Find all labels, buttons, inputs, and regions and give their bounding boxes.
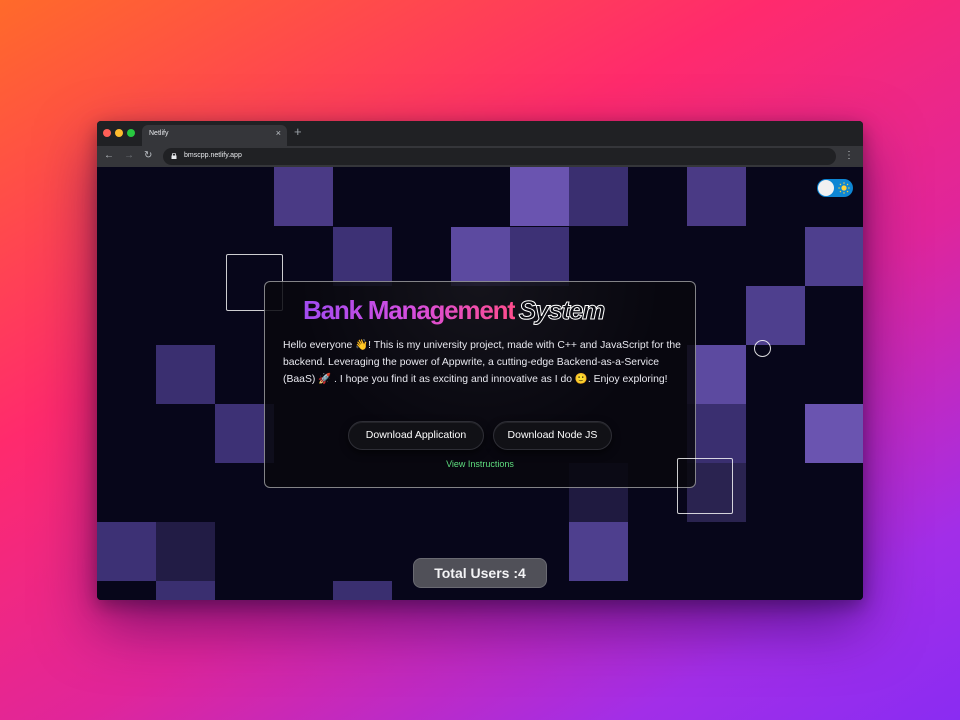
grid-tile (451, 227, 510, 286)
grid-tile (687, 167, 746, 226)
browser-menu-icon[interactable]: ⋮ (844, 150, 854, 161)
ring-decoration (754, 340, 771, 357)
download-node-js-button[interactable]: Download Node JS (493, 421, 612, 450)
page-title: Bank Management System (303, 295, 606, 326)
browser-window: Netlify × + ← → ↻ bmscpp.netlify.app ⋮ B… (97, 121, 863, 600)
grid-tile (156, 522, 215, 581)
grid-tile (569, 522, 628, 581)
title-gradient-part: Bank Management (303, 295, 516, 325)
grid-tile (156, 581, 215, 600)
grid-tile (156, 345, 215, 404)
maximize-window-button[interactable] (127, 129, 135, 137)
hero-card: Bank Management System Hello everyone 👋! … (264, 281, 696, 488)
url-text: bmscpp.netlify.app (184, 152, 242, 159)
total-users-badge: Total Users :4 (413, 558, 547, 588)
back-arrow-icon[interactable]: ← (104, 150, 114, 161)
forward-arrow-icon[interactable]: → (124, 150, 134, 161)
toggle-knob (818, 180, 834, 196)
tab-bar: Netlify × + (97, 121, 863, 146)
view-instructions-link[interactable]: View Instructions (265, 459, 695, 469)
grid-tile (805, 227, 863, 286)
lock-icon (171, 153, 177, 159)
minimize-window-button[interactable] (115, 129, 123, 137)
grid-tile (510, 227, 569, 286)
download-application-button[interactable]: Download Application (348, 421, 484, 450)
tab-close-icon[interactable]: × (276, 128, 281, 138)
outline-square-decoration (677, 458, 733, 514)
grid-tile (746, 286, 805, 345)
title-outline-part: System (518, 295, 606, 326)
grid-tile (97, 522, 156, 581)
grid-tile (333, 581, 392, 600)
close-window-button[interactable] (103, 129, 111, 137)
grid-tile (805, 404, 863, 463)
grid-tile (274, 167, 333, 226)
browser-toolbar: ← → ↻ bmscpp.netlify.app ⋮ (97, 146, 863, 167)
page-viewport: Bank Management System Hello everyone 👋! … (97, 167, 863, 600)
tab-netlify[interactable]: Netlify × (142, 125, 287, 146)
theme-toggle[interactable] (817, 179, 853, 197)
grid-tile (510, 167, 569, 226)
hero-description: Hello everyone 👋! This is my university … (283, 340, 681, 385)
grid-tile (333, 227, 392, 286)
sun-icon (838, 182, 850, 194)
address-bar[interactable]: bmscpp.netlify.app (163, 148, 836, 165)
new-tab-button[interactable]: + (294, 124, 302, 139)
reload-icon[interactable]: ↻ (144, 150, 152, 161)
grid-tile (569, 167, 628, 226)
tab-title: Netlify (149, 130, 169, 137)
